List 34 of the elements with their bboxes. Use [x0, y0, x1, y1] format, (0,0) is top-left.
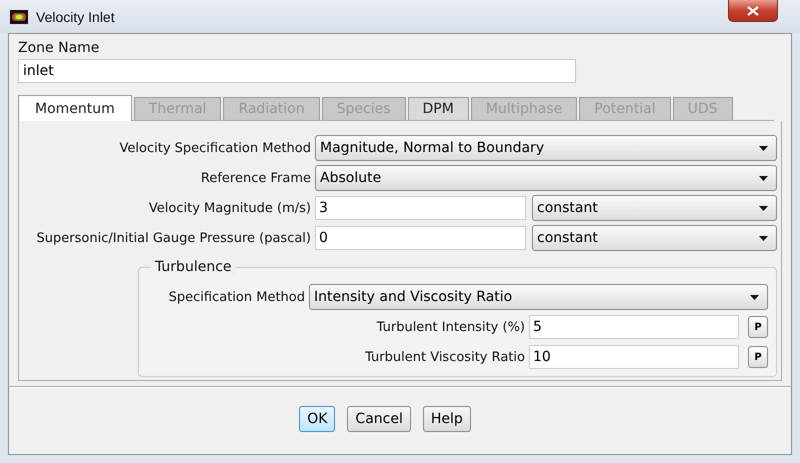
dropdown-arrow-icon — [759, 206, 768, 210]
field-label: Velocity Magnitude (m/s) — [148, 200, 311, 216]
value-field[interactable]: 10 — [529, 345, 739, 369]
dropdown-arrow-icon — [759, 236, 768, 240]
field-label: Turbulent Intensity (%) — [376, 320, 525, 334]
dropdown-arrow-icon — [759, 146, 768, 150]
method-dropdown[interactable]: constant — [532, 195, 777, 221]
field-label: Supersonic/Initial Gauge Pressure (pascal) — [36, 230, 311, 246]
tab[interactable]: DPM — [408, 97, 469, 120]
field-label: Velocity Specification Method — [118, 140, 311, 156]
tab[interactable]: Momentum — [18, 95, 132, 121]
close-button[interactable] — [728, 0, 778, 22]
dropdown[interactable]: Intensity and Viscosity Ratio — [309, 284, 768, 310]
parameter-button[interactable]: P — [748, 346, 768, 368]
dropdown-arrow-icon — [750, 294, 759, 300]
dialog-button[interactable]: Help — [422, 406, 471, 432]
parameter-button[interactable]: P — [748, 316, 768, 338]
close-icon — [747, 6, 759, 16]
dialog-button[interactable]: OK — [299, 406, 336, 432]
method-dropdown[interactable]: constant — [532, 225, 777, 251]
field-label: Reference Frame — [200, 170, 311, 186]
field-label: Turbulent Viscosity Ratio — [365, 350, 525, 364]
app-icon — [10, 10, 28, 24]
zone-name-label: Zone Name — [18, 40, 100, 58]
window-title: Velocity Inlet — [36, 8, 115, 24]
zone-name-field[interactable]: inlet — [18, 59, 576, 83]
dialog-button[interactable]: Cancel — [347, 406, 411, 432]
dropdown[interactable]: Absolute — [315, 165, 777, 191]
value-field[interactable]: 0 — [315, 226, 526, 250]
value-field[interactable]: 3 — [315, 196, 526, 220]
dropdown-arrow-icon — [759, 176, 768, 180]
value-field[interactable]: 5 — [529, 315, 739, 339]
dropdown[interactable]: Magnitude, Normal to Boundary — [315, 135, 777, 161]
field-label: Specification Method — [168, 290, 305, 304]
